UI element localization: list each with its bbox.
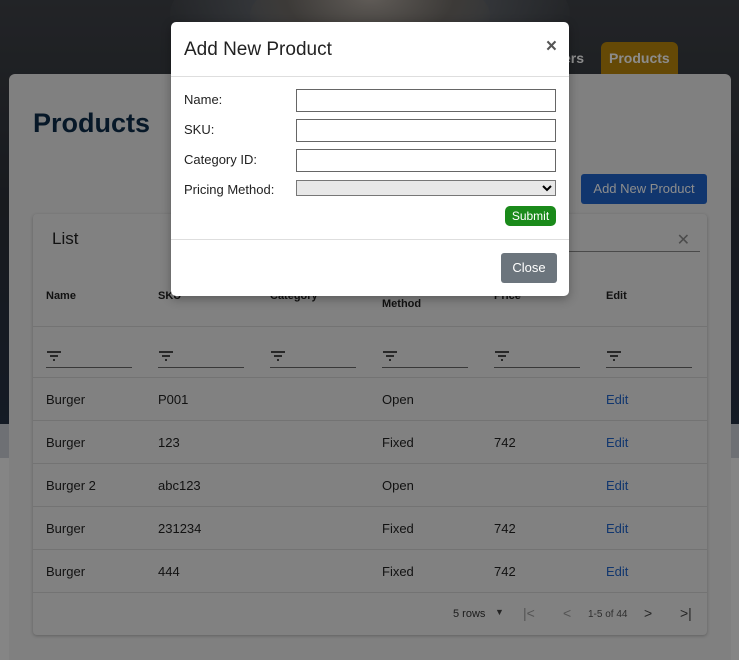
- submit-button[interactable]: Submit: [505, 206, 556, 226]
- category-id-field[interactable]: [296, 149, 556, 172]
- pricing-method-select[interactable]: [296, 180, 556, 196]
- modal-header-divider: [171, 76, 569, 77]
- sku-field[interactable]: [296, 119, 556, 142]
- add-product-modal: Add New Product × Name: SKU: Category ID…: [171, 22, 569, 296]
- sku-label: SKU:: [184, 122, 215, 137]
- name-label: Name:: [184, 92, 223, 107]
- pricing-method-label: Pricing Method:: [184, 182, 275, 197]
- name-field[interactable]: [296, 89, 556, 112]
- modal-title: Add New Product: [184, 39, 332, 60]
- close-icon[interactable]: ×: [546, 36, 557, 58]
- category-id-label: Category ID:: [184, 152, 257, 167]
- modal-footer-divider: [171, 239, 569, 240]
- close-button[interactable]: Close: [501, 253, 557, 283]
